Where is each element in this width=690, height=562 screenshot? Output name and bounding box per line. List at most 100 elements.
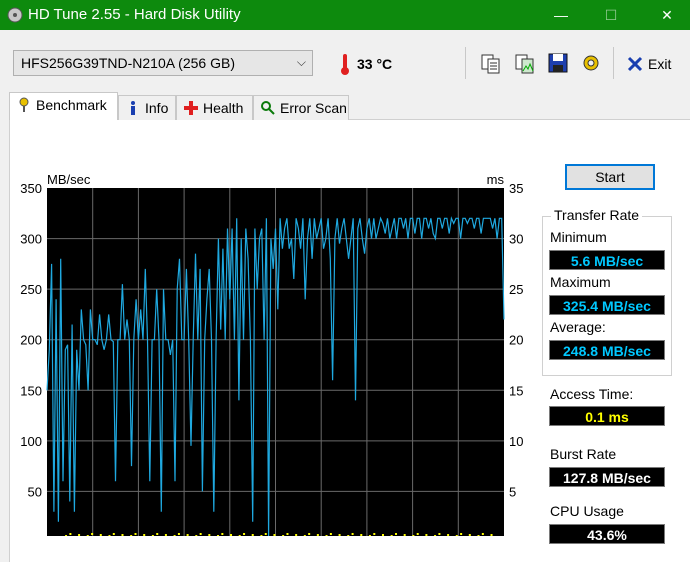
access-time-point xyxy=(460,533,463,535)
access-time-point xyxy=(173,535,176,536)
access-time-point xyxy=(112,533,115,535)
access-time-point xyxy=(108,535,111,536)
tab-benchmark[interactable]: Benchmark xyxy=(9,92,118,120)
maximum-value: 325.4 MB/sec xyxy=(549,295,665,315)
y-tick-label-right: 35 xyxy=(509,181,523,196)
tab-health[interactable]: Health xyxy=(176,95,253,120)
thermometer-icon xyxy=(341,54,349,75)
access-time-point xyxy=(338,534,341,536)
y-tick-label-right: 10 xyxy=(509,434,523,449)
average-label: Average: xyxy=(550,319,606,335)
access-time-point xyxy=(425,534,428,536)
access-time-label: Access Time: xyxy=(550,386,634,402)
access-time-point xyxy=(395,533,398,535)
options-icon[interactable] xyxy=(578,50,604,76)
tab-label: Info xyxy=(145,100,169,116)
access-time-point xyxy=(78,534,81,536)
access-time-point xyxy=(416,533,419,535)
temperature-value: 33 °C xyxy=(357,56,393,72)
y-tick-label-left: 350 xyxy=(20,181,42,196)
y-tick-label-left: 200 xyxy=(20,333,42,348)
access-time-point xyxy=(455,535,458,536)
y-tick-label-left: 50 xyxy=(28,484,42,499)
access-time-point xyxy=(221,533,224,535)
drive-select[interactable]: HFS256G39TND-N210A (256 GB) ⌵ xyxy=(13,50,313,76)
access-time-point xyxy=(130,535,133,536)
y-tick-label-right: 30 xyxy=(509,232,523,247)
y-axis-label-right: ms xyxy=(487,172,505,187)
access-time-point xyxy=(260,535,263,536)
access-time-point xyxy=(217,535,220,536)
access-time-point xyxy=(381,534,384,536)
access-time-point xyxy=(69,533,72,535)
access-time-point xyxy=(295,534,298,536)
access-time-point xyxy=(208,534,211,536)
access-time-point xyxy=(373,533,376,535)
access-time-point xyxy=(164,534,167,536)
access-time-point xyxy=(286,533,289,535)
burst-rate-value: 127.8 MB/sec xyxy=(549,467,665,487)
access-time-point xyxy=(143,534,146,536)
access-time-point xyxy=(186,534,189,536)
access-time-point xyxy=(438,533,441,535)
access-time-point xyxy=(481,533,484,535)
access-time-point xyxy=(316,534,319,536)
access-time-point xyxy=(308,533,311,535)
minimize-button[interactable]: — xyxy=(538,0,584,30)
tab-error-scan[interactable]: Error Scan xyxy=(253,95,349,120)
transfer-rate-chart: 0102030405060708090100%50100150200250300… xyxy=(20,172,523,536)
tab-info[interactable]: Info xyxy=(118,95,176,120)
average-value: 248.8 MB/sec xyxy=(549,340,665,360)
access-time-point xyxy=(368,535,371,536)
access-time-point xyxy=(199,533,202,535)
access-time-point xyxy=(282,535,285,536)
access-time-point xyxy=(434,535,437,536)
access-time-point xyxy=(477,535,480,536)
access-time-value: 0.1 ms xyxy=(549,406,665,426)
y-tick-label-left: 250 xyxy=(20,282,42,297)
tab-label: Benchmark xyxy=(36,97,107,113)
title-bar: HD Tune 2.55 - Hard Disk Utility — ☐ ✕ xyxy=(0,0,690,30)
cpu-usage-value: 43.6% xyxy=(549,524,665,544)
access-time-point xyxy=(91,533,94,535)
access-time-point xyxy=(243,533,246,535)
maximize-button[interactable]: ☐ xyxy=(588,0,634,30)
access-time-point xyxy=(230,534,233,536)
access-time-point xyxy=(151,535,154,536)
start-button[interactable]: Start xyxy=(565,164,655,190)
exit-icon xyxy=(627,56,643,72)
access-time-point xyxy=(360,534,363,536)
access-time-point xyxy=(134,533,137,535)
y-tick-label-right: 25 xyxy=(509,282,523,297)
y-tick-label-right: 15 xyxy=(509,383,523,398)
y-tick-label-right: 20 xyxy=(509,333,523,348)
access-time-point xyxy=(412,535,415,536)
access-time-point xyxy=(86,535,89,536)
drive-select-value: HFS256G39TND-N210A (256 GB) xyxy=(21,55,235,71)
tab-label: Health xyxy=(203,100,244,116)
save-icon[interactable] xyxy=(545,50,571,76)
copy-text-icon[interactable] xyxy=(478,50,504,76)
access-time-point xyxy=(99,534,102,536)
minimum-label: Minimum xyxy=(550,229,607,245)
copy-image-icon[interactable] xyxy=(512,50,538,76)
info-icon xyxy=(131,101,135,115)
access-time-point xyxy=(490,534,493,536)
y-tick-label-left: 300 xyxy=(20,232,42,247)
y-tick-label-left: 150 xyxy=(20,383,42,398)
access-time-point xyxy=(238,535,241,536)
access-time-point xyxy=(390,535,393,536)
y-axis-label-left: MB/sec xyxy=(47,172,91,187)
client-area: HFS256G39TND-N210A (256 GB) ⌵ 33 °C Exit… xyxy=(0,30,690,562)
transfer-rate-title: Transfer Rate xyxy=(551,207,643,223)
toolbar-separator xyxy=(613,47,614,79)
close-button[interactable]: ✕ xyxy=(644,0,690,30)
access-time-point xyxy=(264,533,267,535)
access-time-point xyxy=(65,535,68,536)
access-time-point xyxy=(351,533,354,535)
window-title: HD Tune 2.55 - Hard Disk Utility xyxy=(28,6,241,23)
y-tick-label-right: 5 xyxy=(509,484,516,499)
access-time-point xyxy=(156,533,159,535)
access-time-point xyxy=(347,535,350,536)
access-time-point xyxy=(251,534,254,536)
